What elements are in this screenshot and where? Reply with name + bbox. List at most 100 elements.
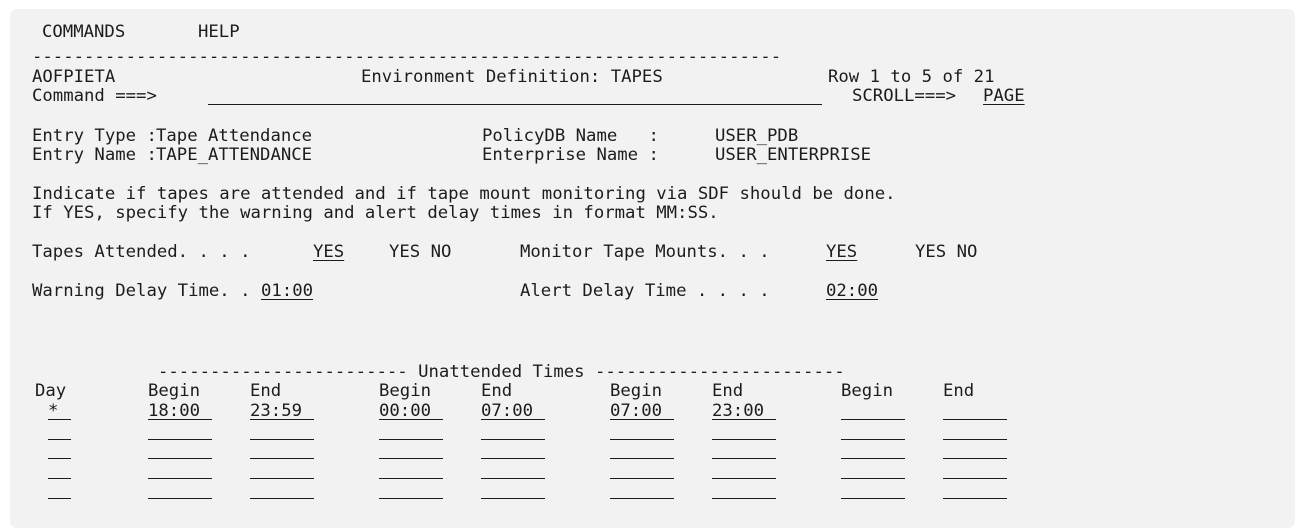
col-header-end-2: End: [481, 381, 513, 401]
cell-begin-3-underline: [610, 439, 674, 440]
col-header-end-3: End: [712, 381, 744, 401]
delay-line: Warning Delay Time. . 01:00 Alert Delay …: [32, 282, 878, 300]
cell-end-4-underline: [943, 498, 1007, 499]
entry-type-label: Entry Type :: [32, 126, 157, 146]
menu-commands[interactable]: COMMANDS: [42, 23, 125, 41]
cell-end-2-underline: [481, 498, 545, 499]
cell-end-1-underline: [250, 458, 314, 459]
separator-line: ----------------------------------------…: [32, 47, 782, 67]
cell-end-1-underline: [250, 439, 314, 440]
alert-delay-label: Alert Delay Time . . . .: [520, 281, 770, 301]
policydb-value: USER_PDB: [715, 126, 799, 146]
cell-day-underline: [48, 478, 71, 479]
warning-delay-label: Warning Delay Time. .: [32, 281, 251, 301]
command-input-underline: [208, 104, 822, 105]
cell-begin-4-underline: [841, 458, 905, 459]
page-title: Environment Definition: TAPES: [361, 67, 663, 87]
cell-end-4-underline: [943, 439, 1007, 440]
col-header-end-4: End: [943, 381, 975, 401]
command-label: Command ===>: [32, 86, 157, 106]
cell-begin-1-underline: [148, 439, 212, 440]
cell-end-2-underline: [481, 439, 545, 440]
cell-begin-3-underline: [610, 419, 674, 420]
col-header-end-1: End: [250, 381, 282, 401]
warning-delay-input[interactable]: 01:00: [261, 282, 313, 300]
cell-begin-4-underline: [841, 419, 905, 420]
cell-end-3-input[interactable]: 23:00: [712, 402, 764, 420]
scroll-field[interactable]: PAGE: [983, 87, 1025, 105]
cell-begin-2-underline: [379, 458, 443, 459]
entry-name-line: Entry Name : TAPE_ATTENDANCE Enterprise …: [32, 146, 871, 164]
menu-bar: COMMANDS HELP: [32, 23, 240, 41]
cell-end-4-underline: [943, 458, 1007, 459]
monitor-mounts-label: Monitor Tape Mounts. . .: [520, 242, 770, 262]
table-header-row: Day Begin End Begin End Begin End Begin …: [32, 381, 974, 401]
cell-end-4-underline: [943, 478, 1007, 479]
cell-begin-1-input[interactable]: 18:00: [148, 402, 200, 420]
col-header-begin-1: Begin: [148, 381, 201, 401]
unattended-times-title: ------------------------ Unattended Time…: [32, 363, 845, 381]
cell-end-1-underline: [250, 478, 314, 479]
cell-day-underline: [48, 439, 71, 440]
cell-end-1-underline: [250, 498, 314, 499]
cell-end-3-underline: [712, 458, 776, 459]
cell-end-2-underline: [481, 458, 545, 459]
row-indicator: Row 1 to 5 of 21: [828, 67, 995, 87]
cell-begin-3-underline: [610, 498, 674, 499]
header-line: AOFPIETA Environment Definition: TAPES R…: [32, 68, 994, 86]
cell-begin-1-underline: [148, 498, 212, 499]
tapes-attended-label: Tapes Attended. . . .: [32, 242, 251, 262]
cell-end-3-underline: [712, 419, 776, 420]
cell-begin-2-underline: [379, 419, 443, 420]
entry-type-line: Entry Type : Tape Attendance PolicyDB Na…: [32, 127, 798, 145]
cell-begin-1-underline: [148, 458, 212, 459]
cell-begin-3-underline: [610, 478, 674, 479]
cell-begin-2-underline: [379, 478, 443, 479]
command-line: Command ===> SCROLL===> PAGE: [32, 87, 1025, 105]
col-header-begin-4: Begin: [841, 381, 894, 401]
entry-name-label: Entry Name :: [32, 145, 157, 165]
col-header-begin-2: Begin: [379, 381, 432, 401]
tapes-attended-options: YES NO: [389, 242, 452, 262]
cell-end-4-underline: [943, 419, 1007, 420]
cell-begin-4-underline: [841, 439, 905, 440]
monitor-mounts-options: YES NO: [915, 242, 978, 262]
cell-begin-1-underline: [148, 419, 212, 420]
cell-begin-4-underline: [841, 478, 905, 479]
cell-end-3-underline: [712, 439, 776, 440]
policydb-label: PolicyDB Name :: [482, 126, 659, 146]
cell-begin-1-underline: [148, 478, 212, 479]
instruction-line-2: If YES, specify the warning and alert de…: [32, 203, 719, 223]
cell-end-3-underline: [712, 498, 776, 499]
cell-begin-3-underline: [610, 458, 674, 459]
cell-begin-2-input[interactable]: 00:00: [379, 402, 431, 420]
alert-delay-input[interactable]: 02:00: [826, 282, 878, 300]
cell-day-underline: [48, 498, 71, 499]
terminal-screen: COMMANDS HELP --------------------------…: [10, 9, 1295, 528]
scroll-label: SCROLL===>: [852, 86, 957, 106]
cell-begin-3-input[interactable]: 07:00: [610, 402, 662, 420]
cell-day-underline: [48, 419, 71, 420]
cell-end-2-underline: [481, 478, 545, 479]
col-header-day: Day: [35, 381, 67, 401]
col-header-begin-3: Begin: [610, 381, 663, 401]
instruction-line-1: Indicate if tapes are attended and if ta…: [32, 184, 896, 204]
cell-end-2-underline: [481, 419, 545, 420]
cell-day-input[interactable]: *: [48, 402, 58, 420]
cell-begin-2-underline: [379, 439, 443, 440]
enterprise-label: Enterprise Name :: [482, 145, 659, 165]
monitor-mounts-input[interactable]: YES: [826, 243, 857, 261]
cell-day-underline: [48, 458, 71, 459]
panel-id: AOFPIETA: [32, 67, 116, 87]
enterprise-value: USER_ENTERPRISE: [715, 145, 872, 165]
cell-begin-2-underline: [379, 498, 443, 499]
attendance-line: Tapes Attended. . . . YES YES NO Monitor…: [32, 243, 977, 261]
menu-help[interactable]: HELP: [198, 23, 240, 41]
entry-name-value: TAPE_ATTENDANCE: [156, 145, 313, 165]
cell-end-1-underline: [250, 419, 314, 420]
cell-end-2-input[interactable]: 07:00: [481, 402, 533, 420]
entry-type-value: Tape Attendance: [156, 126, 313, 146]
cell-end-1-input[interactable]: 23:59: [250, 402, 302, 420]
tapes-attended-input[interactable]: YES: [313, 243, 344, 261]
cell-begin-4-underline: [841, 498, 905, 499]
